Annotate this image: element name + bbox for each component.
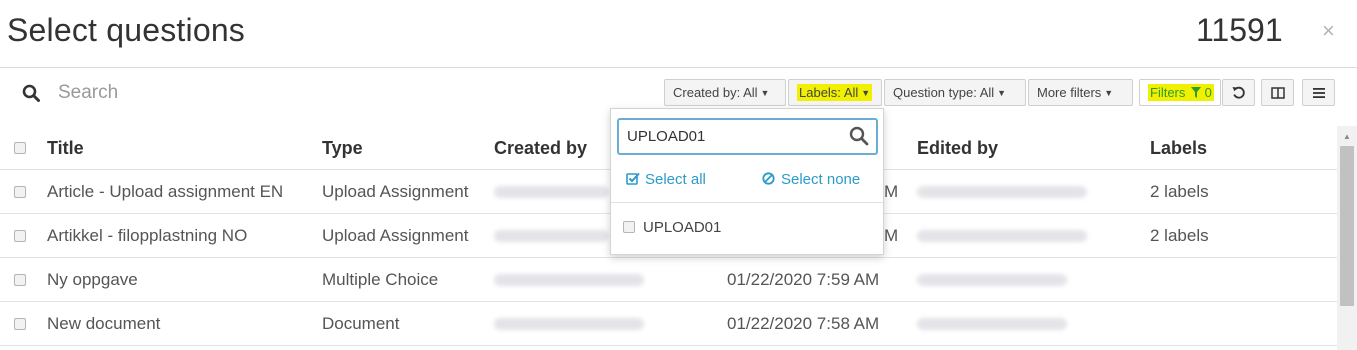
row-edited-by [917,314,1067,335]
row-edited-date: 01/22/2020 7:58 AM [727,314,880,333]
row-title: Article - Upload assignment EN [47,182,284,201]
caret-down-icon: ▼ [1104,88,1114,98]
scroll-up-arrow-icon[interactable]: ▲ [1343,132,1351,141]
table-row[interactable]: Ny oppgave Multiple Choice 01/22/2020 7:… [0,258,1337,302]
caret-down-icon: ▼ [861,88,871,98]
row-edited-by [917,226,1087,247]
active-filters-label: Filters [1150,85,1186,100]
row-checkbox[interactable] [14,186,26,198]
active-filters-count: 0 [1204,85,1212,100]
checkbox-checked-icon [626,172,640,185]
caret-down-icon: ▼ [997,88,1007,98]
search-icon [849,126,869,146]
column-header-created-by[interactable]: Created by [494,138,587,159]
label-option-text: UPLOAD01 [643,219,722,236]
undo-icon [1232,86,1245,99]
column-header-type[interactable]: Type [322,138,363,159]
row-title: Artikkel - filopplastning NO [47,226,248,245]
scrollbar-thumb[interactable] [1340,146,1354,306]
more-filters-button[interactable]: More filters ▼ [1028,79,1133,106]
row-edited-date: M [884,182,899,201]
select-none-label: Select none [781,171,861,188]
row-title: New document [47,314,161,333]
active-filters-button[interactable]: Filters 0 [1139,79,1221,106]
table-scrollbar[interactable]: ▲ [1337,126,1357,350]
row-checkbox[interactable] [14,318,26,330]
more-filters-label: More filters [1037,85,1102,100]
caret-down-icon: ▼ [760,88,770,98]
labels-filter-label: Labels: All [799,85,859,100]
row-labels: 2 labels [1150,182,1209,201]
column-header-title[interactable]: Title [47,138,84,159]
menu-button[interactable] [1302,79,1335,106]
row-type: Upload Assignment [322,226,469,245]
row-edited-by [917,270,1067,291]
question-type-filter-label: Question type: All [893,85,995,100]
search-input[interactable] [58,80,358,106]
row-created-by [494,226,609,247]
row-edited-date: M [884,226,899,245]
close-icon[interactable]: × [1322,18,1335,44]
row-created-by [494,270,644,291]
question-type-filter-button[interactable]: Question type: All ▼ [884,79,1026,106]
created-by-filter-label: Created by: All [673,85,758,100]
labels-filter-button[interactable]: Labels: All ▼ [788,79,882,106]
row-checkbox[interactable] [14,230,26,242]
row-type: Document [322,314,400,333]
select-all-checkbox[interactable] [14,142,26,154]
reset-filters-button[interactable] [1222,79,1255,106]
page-title: Select questions [7,12,246,48]
label-option-checkbox[interactable] [623,221,635,233]
column-header-edited-by[interactable]: Edited by [917,138,998,159]
row-created-by [494,314,644,335]
labels-filter-dropdown: Select all Select none UPLOAD01 [610,108,884,255]
table-row[interactable]: New document Document 01/22/2020 7:58 AM [0,302,1337,346]
row-created-by [494,182,609,203]
select-none-link[interactable]: Select none [762,171,860,188]
columns-toggle-button[interactable] [1261,79,1294,106]
row-edited-by [917,182,1087,203]
row-type: Multiple Choice [322,270,439,289]
label-option-upload01[interactable]: UPLOAD01 [623,219,721,236]
hamburger-icon [1313,88,1325,98]
labels-search-input[interactable] [617,118,878,155]
row-title: Ny oppgave [47,270,138,289]
columns-icon [1271,87,1285,99]
select-all-label: Select all [645,171,706,188]
column-header-labels[interactable]: Labels [1150,138,1207,159]
dropdown-divider [611,202,883,203]
question-count: 11591 [1196,12,1283,48]
row-labels: 2 labels [1150,226,1209,245]
created-by-filter-button[interactable]: Created by: All ▼ [664,79,786,106]
row-checkbox[interactable] [14,274,26,286]
filter-funnel-icon [1191,87,1202,98]
search-icon [22,84,40,102]
select-all-link[interactable]: Select all [626,171,706,188]
modal-header: Select questions 11591 × [0,0,1357,68]
row-type: Upload Assignment [322,182,469,201]
ban-icon [762,172,775,185]
row-edited-date: 01/22/2020 7:59 AM [727,270,880,289]
